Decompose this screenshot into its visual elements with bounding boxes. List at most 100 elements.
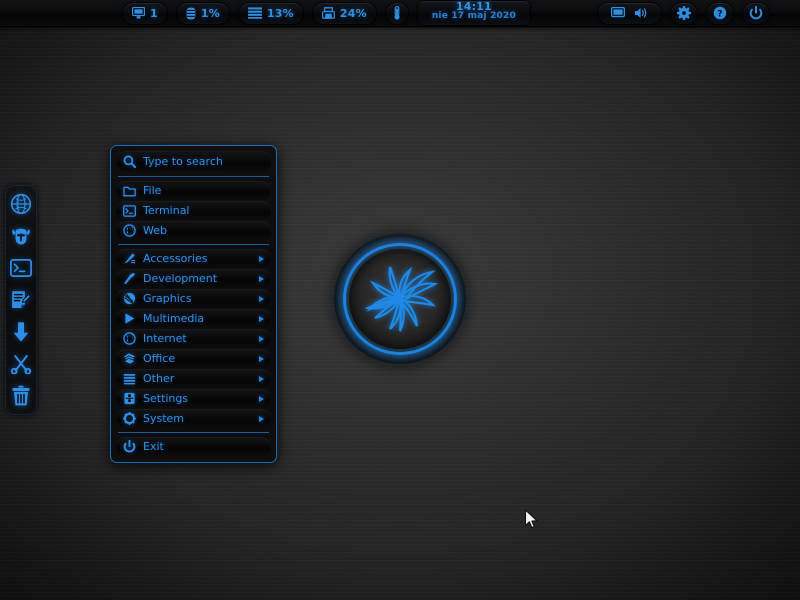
- chevron-right-icon: [259, 416, 264, 422]
- disk-icon: [322, 7, 335, 19]
- top-panel: 1 1% 13% 24% 14:11 nie 17 maj 2020: [0, 0, 800, 27]
- viking-mask-icon: [10, 226, 32, 246]
- power-button[interactable]: [743, 3, 769, 24]
- chevron-right-icon: [259, 336, 264, 342]
- power-icon: [749, 6, 763, 20]
- menu-item-label: Web: [143, 224, 167, 237]
- menu-category-label: System: [143, 412, 184, 425]
- menu-item-label: Terminal: [143, 204, 190, 217]
- chevron-right-icon: [259, 396, 264, 402]
- chevron-right-icon: [259, 256, 264, 262]
- sensor-plugin[interactable]: [386, 3, 408, 24]
- notepad-pencil-icon: [10, 289, 32, 311]
- globe-icon: [10, 193, 32, 215]
- hammer-icon: [123, 272, 136, 285]
- search-icon: [123, 155, 136, 168]
- thermometer-icon: [393, 6, 401, 20]
- menu-category-development[interactable]: Development: [116, 269, 271, 288]
- menu-category-label: Development: [143, 272, 217, 285]
- dock-item-trash[interactable]: [9, 384, 33, 408]
- chevron-right-icon: [259, 356, 264, 362]
- menu-category-settings[interactable]: Settings: [116, 389, 271, 408]
- chevron-right-icon: [259, 296, 264, 302]
- chevron-right-icon: [259, 276, 264, 282]
- memory-icon: [248, 7, 262, 19]
- svg-text:?: ?: [717, 9, 722, 19]
- gear-icon: [677, 6, 691, 20]
- play-icon: [123, 312, 136, 325]
- desktop-logo: [334, 234, 466, 364]
- menu-category-multimedia[interactable]: Multimedia: [116, 309, 271, 328]
- menu-category-system[interactable]: System: [116, 409, 271, 428]
- menu-category-internet[interactable]: Internet: [116, 329, 271, 348]
- chevron-right-icon: [259, 316, 264, 322]
- left-dock: [5, 185, 37, 415]
- monitor-count-plugin[interactable]: 1: [123, 3, 167, 24]
- menu-search-input[interactable]: Type to search: [116, 151, 271, 172]
- memory-value: 13%: [267, 7, 294, 20]
- scissors-icon: [10, 354, 32, 374]
- dock-item-file-manager[interactable]: [9, 224, 33, 248]
- dock-item-web-browser[interactable]: [9, 192, 33, 216]
- menu-category-label: Settings: [143, 392, 188, 405]
- system-tray[interactable]: [598, 3, 661, 24]
- system-gear-icon: [123, 412, 136, 425]
- disk-plugin[interactable]: 24%: [313, 3, 376, 24]
- mouse-cursor: [524, 509, 540, 535]
- menu-item-file[interactable]: File: [116, 181, 271, 200]
- menu-category-label: Office: [143, 352, 175, 365]
- menu-item-label: Exit: [143, 440, 164, 453]
- menu-category-label: Accessories: [143, 252, 207, 265]
- list-icon: [123, 372, 136, 385]
- menu-category-accessories[interactable]: Accessories: [116, 249, 271, 268]
- dock-item-text-editor[interactable]: [9, 288, 33, 312]
- menu-item-terminal[interactable]: Terminal: [116, 201, 271, 220]
- menu-separator-bottom: [118, 432, 269, 433]
- clock-date: nie 17 maj 2020: [432, 12, 516, 21]
- dock-item-downloads[interactable]: [9, 320, 33, 344]
- dock-item-terminal[interactable]: [9, 256, 33, 280]
- menu-item-exit[interactable]: Exit: [116, 437, 271, 456]
- menu-category-label: Internet: [143, 332, 187, 345]
- graphics-icon: [123, 292, 136, 305]
- menu-separator-top: [118, 176, 269, 177]
- cpu-icon: [186, 7, 196, 20]
- menu-category-other[interactable]: Other: [116, 369, 271, 388]
- accessories-icon: [123, 252, 136, 265]
- trash-icon: [11, 385, 31, 407]
- terminal-icon: [10, 259, 32, 277]
- help-icon: ?: [713, 6, 727, 20]
- terminal-icon: [123, 204, 136, 217]
- power-icon: [123, 440, 136, 453]
- disk-value: 24%: [340, 7, 367, 20]
- help-button[interactable]: ?: [707, 3, 733, 24]
- down-arrow-icon: [12, 321, 30, 343]
- menu-item-web[interactable]: Web: [116, 221, 271, 240]
- menu-category-label: Other: [143, 372, 174, 385]
- menu-category-office[interactable]: Office: [116, 349, 271, 368]
- monitor-count-value: 1: [150, 7, 158, 20]
- menu-item-label: File: [143, 184, 161, 197]
- settings-icon: [123, 392, 136, 405]
- menu-category-graphics[interactable]: Graphics: [116, 289, 271, 308]
- cpu-plugin[interactable]: 1%: [177, 3, 229, 24]
- monitor-icon: [132, 7, 145, 19]
- menu-category-label: Multimedia: [143, 312, 204, 325]
- globe-icon: [123, 332, 136, 345]
- speaker-icon[interactable]: [634, 7, 648, 19]
- clock-plugin[interactable]: 14:11 nie 17 maj 2020: [418, 1, 530, 25]
- globe-icon: [123, 224, 136, 237]
- memory-plugin[interactable]: 13%: [239, 3, 303, 24]
- menu-separator-mid: [118, 244, 269, 245]
- application-menu: Type to search File Terminal Web Accesso…: [110, 145, 277, 463]
- settings-button[interactable]: [671, 3, 697, 24]
- folder-icon: [123, 184, 136, 197]
- display-icon[interactable]: [611, 7, 625, 19]
- cpu-value: 1%: [201, 7, 220, 20]
- dock-item-screenshot-tool[interactable]: [9, 352, 33, 376]
- menu-category-label: Graphics: [143, 292, 192, 305]
- menu-search-placeholder: Type to search: [143, 155, 223, 168]
- chevron-right-icon: [259, 376, 264, 382]
- spiral-logo-icon: [334, 234, 466, 364]
- office-icon: [123, 352, 136, 365]
